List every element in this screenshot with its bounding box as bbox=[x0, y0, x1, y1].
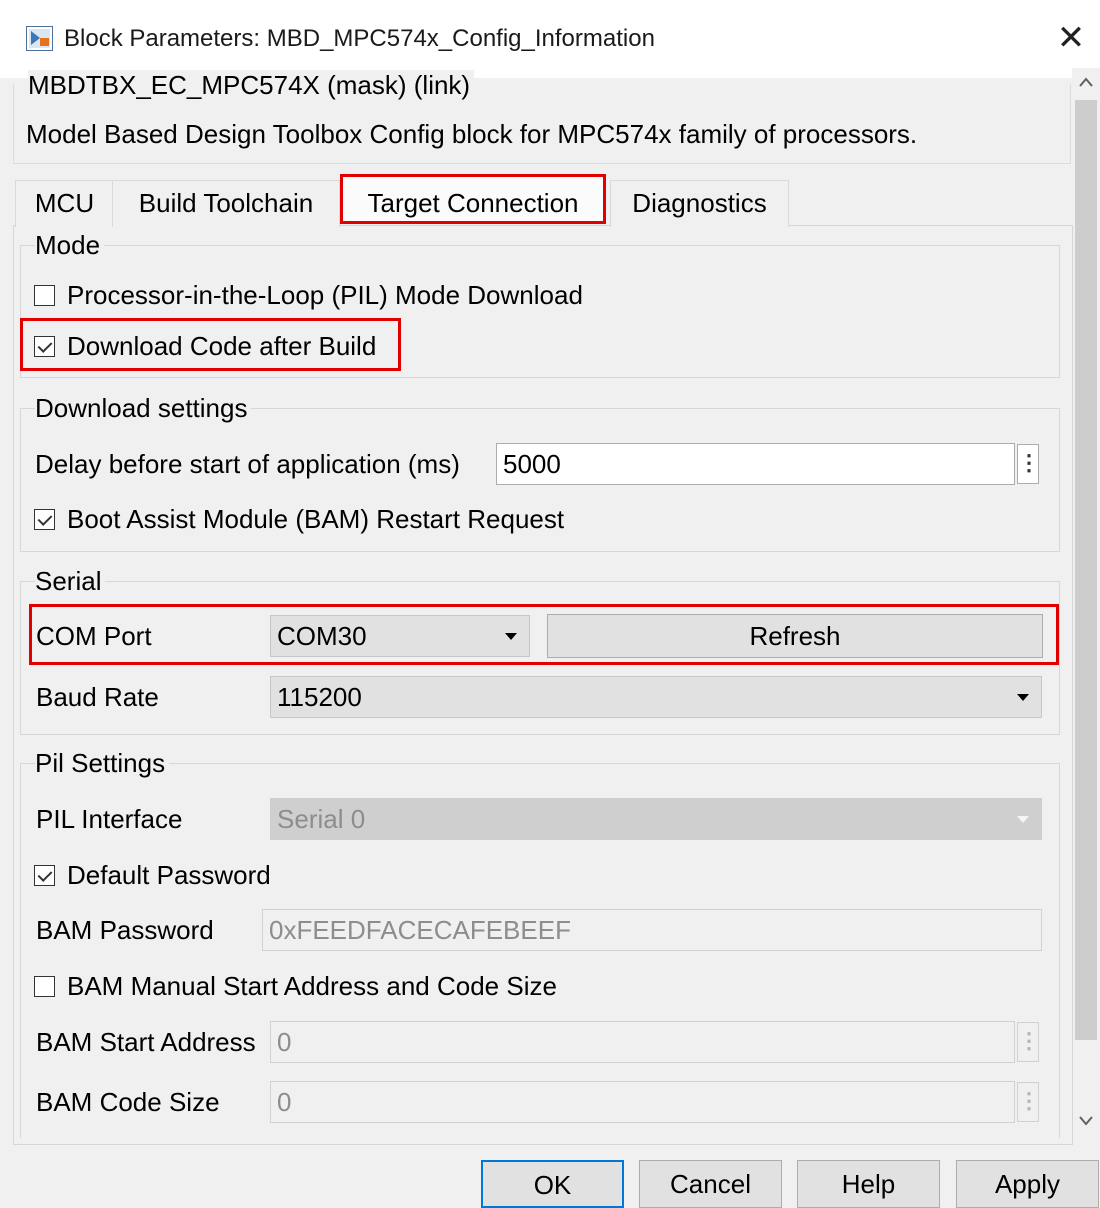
cancel-button[interactable]: Cancel bbox=[639, 1160, 782, 1208]
download-after-build-checkbox[interactable] bbox=[34, 336, 55, 357]
scroll-down-arrow-icon[interactable] bbox=[1072, 1110, 1100, 1138]
apply-button[interactable]: Apply bbox=[956, 1160, 1099, 1208]
pil-interface-select[interactable]: Serial 0 bbox=[270, 798, 1042, 840]
code-size-options-menu-icon[interactable]: ⋮ bbox=[1017, 1082, 1040, 1122]
bam-start-address-label: BAM Start Address bbox=[36, 1027, 256, 1057]
window-title: Block Parameters: MBD_MPC574x_Config_Inf… bbox=[64, 25, 655, 52]
delay-input[interactable]: 5000 bbox=[496, 443, 1015, 485]
bam-manual-start-label: BAM Manual Start Address and Code Size bbox=[67, 971, 557, 1001]
com-port-value: COM30 bbox=[277, 621, 367, 651]
pil-interface-value: Serial 0 bbox=[277, 804, 366, 834]
start-address-options-menu-icon[interactable]: ⋮ bbox=[1017, 1022, 1040, 1062]
baud-rate-label: Baud Rate bbox=[36, 682, 159, 712]
close-button[interactable]: ✕ bbox=[1046, 14, 1096, 64]
pil-download-label: Processor-in-the-Loop (PIL) Mode Downloa… bbox=[67, 280, 583, 310]
download-after-build-label: Download Code after Build bbox=[67, 331, 377, 361]
delay-options-menu-icon[interactable]: ⋮ bbox=[1017, 444, 1040, 484]
pil-interface-label: PIL Interface bbox=[36, 804, 183, 834]
com-port-label: COM Port bbox=[36, 621, 152, 651]
bam-restart-label: Boot Assist Module (BAM) Restart Request bbox=[67, 504, 565, 534]
help-button[interactable]: Help bbox=[797, 1160, 940, 1208]
baud-rate-value: 115200 bbox=[277, 682, 362, 712]
pil-settings-label: Pil Settings bbox=[35, 748, 170, 779]
bam-code-size-label: BAM Code Size bbox=[36, 1087, 220, 1117]
refresh-button[interactable]: Refresh bbox=[547, 614, 1043, 658]
com-port-select[interactable]: COM30 bbox=[270, 615, 530, 657]
chevron-down-icon bbox=[505, 633, 517, 640]
ok-button[interactable]: OK bbox=[481, 1160, 624, 1208]
delay-label: Delay before start of application (ms) bbox=[35, 449, 460, 479]
default-password-label: Default Password bbox=[67, 860, 271, 890]
default-password-checkbox[interactable] bbox=[34, 865, 55, 886]
chevron-down-icon bbox=[1017, 816, 1029, 823]
pil-download-checkbox[interactable] bbox=[34, 285, 55, 306]
bam-start-address-input[interactable]: 0 bbox=[270, 1021, 1015, 1063]
bam-code-size-input[interactable]: 0 bbox=[270, 1081, 1015, 1123]
download-settings-label: Download settings bbox=[35, 393, 252, 424]
bam-restart-checkbox[interactable] bbox=[34, 509, 55, 530]
bam-password-input[interactable]: 0xFEEDFACECAFEBEEF bbox=[262, 909, 1042, 951]
bam-manual-start-checkbox[interactable] bbox=[34, 976, 55, 997]
tab-diagnostics[interactable]: Diagnostics bbox=[610, 180, 789, 227]
baud-rate-select[interactable]: 115200 bbox=[270, 676, 1042, 718]
chevron-down-icon bbox=[1017, 694, 1029, 701]
serial-group-label: Serial bbox=[35, 566, 106, 597]
tab-target-connection[interactable]: Target Connection bbox=[340, 174, 606, 224]
tab-mcu[interactable]: MCU bbox=[15, 180, 114, 227]
scrollbar-thumb[interactable] bbox=[1075, 100, 1097, 1040]
mask-description: Model Based Design Toolbox Config block … bbox=[26, 119, 918, 149]
bam-password-label: BAM Password bbox=[36, 915, 214, 945]
simulink-app-icon bbox=[26, 26, 53, 51]
mask-title: MBDTBX_EC_MPC574X (mask) (link) bbox=[28, 70, 475, 101]
mode-group-label: Mode bbox=[35, 230, 105, 261]
tab-build-toolchain[interactable]: Build Toolchain bbox=[112, 180, 340, 227]
scroll-up-arrow-icon[interactable] bbox=[1072, 72, 1100, 98]
